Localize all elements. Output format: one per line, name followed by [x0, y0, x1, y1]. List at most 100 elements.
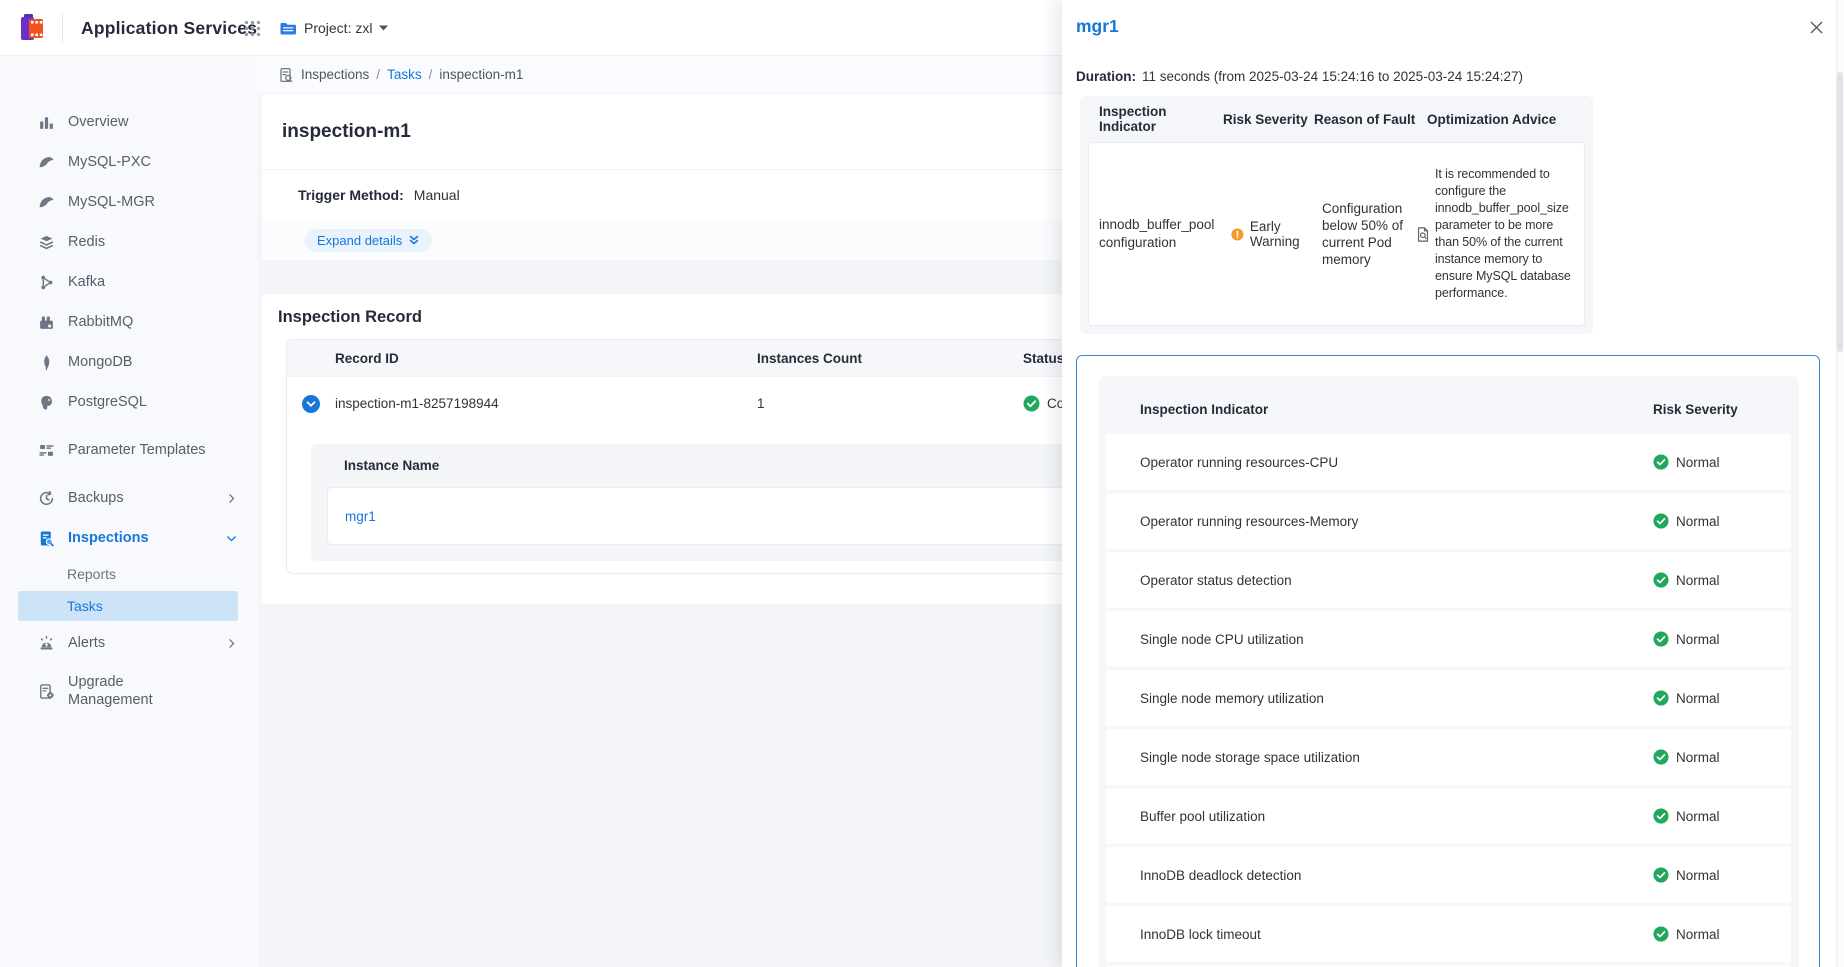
header-divider — [62, 14, 63, 42]
chevron-right-icon — [225, 637, 238, 650]
record-id-value: inspection-m1-8257198944 — [335, 396, 757, 411]
sidebar-item-backups[interactable]: Backups — [0, 478, 258, 518]
check-circle-icon — [1653, 513, 1669, 529]
indicator-severity: Normal — [1643, 572, 1791, 588]
table-row: Operator running resources-CPU Normal — [1106, 434, 1791, 490]
sidebar-nav: Overview MySQL-PXC MySQL-MGR Redis Kafka… — [0, 56, 258, 967]
backup-restore-icon — [38, 490, 55, 507]
kafka-icon — [38, 274, 55, 291]
breadcrumb-tasks-link[interactable]: Tasks — [387, 67, 422, 82]
fault-indicator: innodb_buffer_pool configuration — [1099, 216, 1231, 252]
indicator-name: Operator running resources-Memory — [1106, 514, 1643, 529]
sidebar-subitem-tasks[interactable]: Tasks — [18, 591, 238, 621]
col-optimization-advice: Optimization Advice — [1427, 112, 1585, 127]
rabbitmq-icon — [38, 314, 55, 331]
check-circle-icon — [1653, 454, 1669, 470]
fault-severity: Early Warning — [1231, 219, 1322, 249]
check-circle-icon — [1653, 926, 1669, 942]
sidebar-item-mysql-mgr[interactable]: MySQL-MGR — [0, 182, 258, 222]
indicator-name: Operator running resources-CPU — [1106, 455, 1643, 470]
chevron-down-icon — [225, 532, 238, 545]
sidebar-item-alerts[interactable]: Alerts — [0, 623, 258, 663]
duration-label: Duration: — [1076, 69, 1136, 84]
leaf-icon — [38, 354, 55, 371]
expand-details-button[interactable]: Expand details — [305, 229, 432, 252]
col-record-id: Record ID — [335, 351, 757, 366]
check-circle-icon — [1653, 749, 1669, 765]
table-row: Operator status detection Normal — [1106, 552, 1791, 608]
table-row: Single node CPU utilization Normal — [1106, 611, 1791, 667]
indicator-name: Single node storage space utilization — [1106, 750, 1643, 765]
layers-icon — [38, 234, 55, 251]
breadcrumb-separator: / — [376, 67, 380, 82]
instance-link[interactable]: mgr1 — [345, 509, 376, 524]
indicator-name: Single node memory utilization — [1106, 691, 1643, 706]
collapse-row-icon[interactable] — [302, 395, 320, 413]
check-circle-icon — [1653, 808, 1669, 824]
fault-table: Inspection Indicator Risk Severity Reaso… — [1080, 96, 1593, 334]
check-circle-icon — [1653, 631, 1669, 647]
sidebar-item-upgrade-management[interactable]: Upgrade Management — [0, 663, 258, 719]
fault-table-header: Inspection Indicator Risk Severity Reaso… — [1080, 96, 1593, 142]
drawer-title: mgr1 — [1076, 16, 1119, 37]
sidebar-item-overview[interactable]: Overview — [0, 102, 258, 142]
sidebar-item-inspections[interactable]: Inspections — [0, 518, 258, 558]
duration-line: Duration:11 seconds (from 2025-03-24 15:… — [1076, 69, 1523, 84]
indicator-severity: Normal — [1643, 513, 1791, 529]
check-circle-icon — [1653, 572, 1669, 588]
sidebar-item-rabbitmq[interactable]: RabbitMQ — [0, 302, 258, 342]
fault-reason: Configuration below 50% of current Pod m… — [1322, 200, 1435, 268]
check-circle-icon — [1653, 867, 1669, 883]
indicator-severity: Normal — [1643, 749, 1791, 765]
app-logo-icon — [17, 13, 45, 43]
breadcrumb-current: inspection-m1 — [439, 67, 523, 82]
application-window: Application Services Project: zxl — [0, 0, 1844, 967]
table-row: Single node storage space utilization No… — [1106, 729, 1791, 785]
project-selector[interactable]: Project: zxl — [279, 0, 388, 56]
check-circle-icon — [1653, 690, 1669, 706]
sidebar-item-postgresql[interactable]: PostgreSQL — [0, 382, 258, 422]
indicator-severity: Normal — [1643, 454, 1791, 470]
col-inspection-indicator: Inspection Indicator — [1106, 402, 1643, 417]
drawer-scrollbar — [1836, 0, 1844, 967]
col-risk-severity: Risk Severity — [1643, 402, 1791, 417]
chevron-down-icon — [379, 25, 388, 31]
trigger-method-label: Trigger Method: — [298, 187, 404, 203]
inspections-breadcrumb-icon — [278, 67, 294, 83]
close-icon[interactable] — [1809, 20, 1824, 35]
indicator-name: InnoDB deadlock detection — [1106, 868, 1643, 883]
upgrade-icon — [38, 683, 55, 700]
warning-circle-icon — [1231, 227, 1244, 242]
check-circle-icon — [1023, 395, 1040, 412]
app-grid-icon[interactable] — [243, 19, 262, 38]
indicator-table: Inspection Indicator Risk Severity Opera… — [1098, 376, 1799, 967]
sidebar-subitem-reports[interactable]: Reports — [0, 558, 258, 589]
sidebar-item-redis[interactable]: Redis — [0, 222, 258, 262]
scrollbar-thumb[interactable] — [1837, 72, 1843, 352]
indicator-severity: Normal — [1643, 926, 1791, 942]
chevron-right-icon — [225, 492, 238, 505]
dolphin-icon — [38, 154, 55, 171]
sidebar-item-parameter-templates[interactable]: Parameter Templates — [0, 422, 258, 478]
col-instances-count: Instances Count — [757, 351, 1023, 366]
view-report-icon[interactable] — [1415, 226, 1431, 243]
table-row: Buffer pool utilization Normal — [1106, 788, 1791, 844]
elephant-icon — [38, 394, 55, 411]
col-risk-severity: Risk Severity — [1223, 112, 1314, 127]
indicator-name: Operator status detection — [1106, 573, 1643, 588]
folder-icon — [279, 20, 297, 36]
indicator-table-header: Inspection Indicator Risk Severity — [1106, 384, 1791, 434]
sidebar-item-kafka[interactable]: Kafka — [0, 262, 258, 302]
sidebar-item-mysql-pxc[interactable]: MySQL-PXC — [0, 142, 258, 182]
inspections-icon — [38, 530, 55, 547]
indicator-name: Buffer pool utilization — [1106, 809, 1643, 824]
sidebar-item-mongodb[interactable]: MongoDB — [0, 342, 258, 382]
table-row: Single node memory utilization Normal — [1106, 670, 1791, 726]
indicator-severity: Normal — [1643, 867, 1791, 883]
dolphin-icon — [38, 194, 55, 211]
indicator-rows: Operator running resources-CPU Normal Op… — [1106, 434, 1791, 962]
table-row: InnoDB lock timeout Normal — [1106, 906, 1791, 962]
fault-advice: It is recommended to configure the innod… — [1435, 166, 1578, 302]
indicator-severity: Normal — [1643, 808, 1791, 824]
col-reason-of-fault: Reason of Fault — [1314, 112, 1427, 127]
